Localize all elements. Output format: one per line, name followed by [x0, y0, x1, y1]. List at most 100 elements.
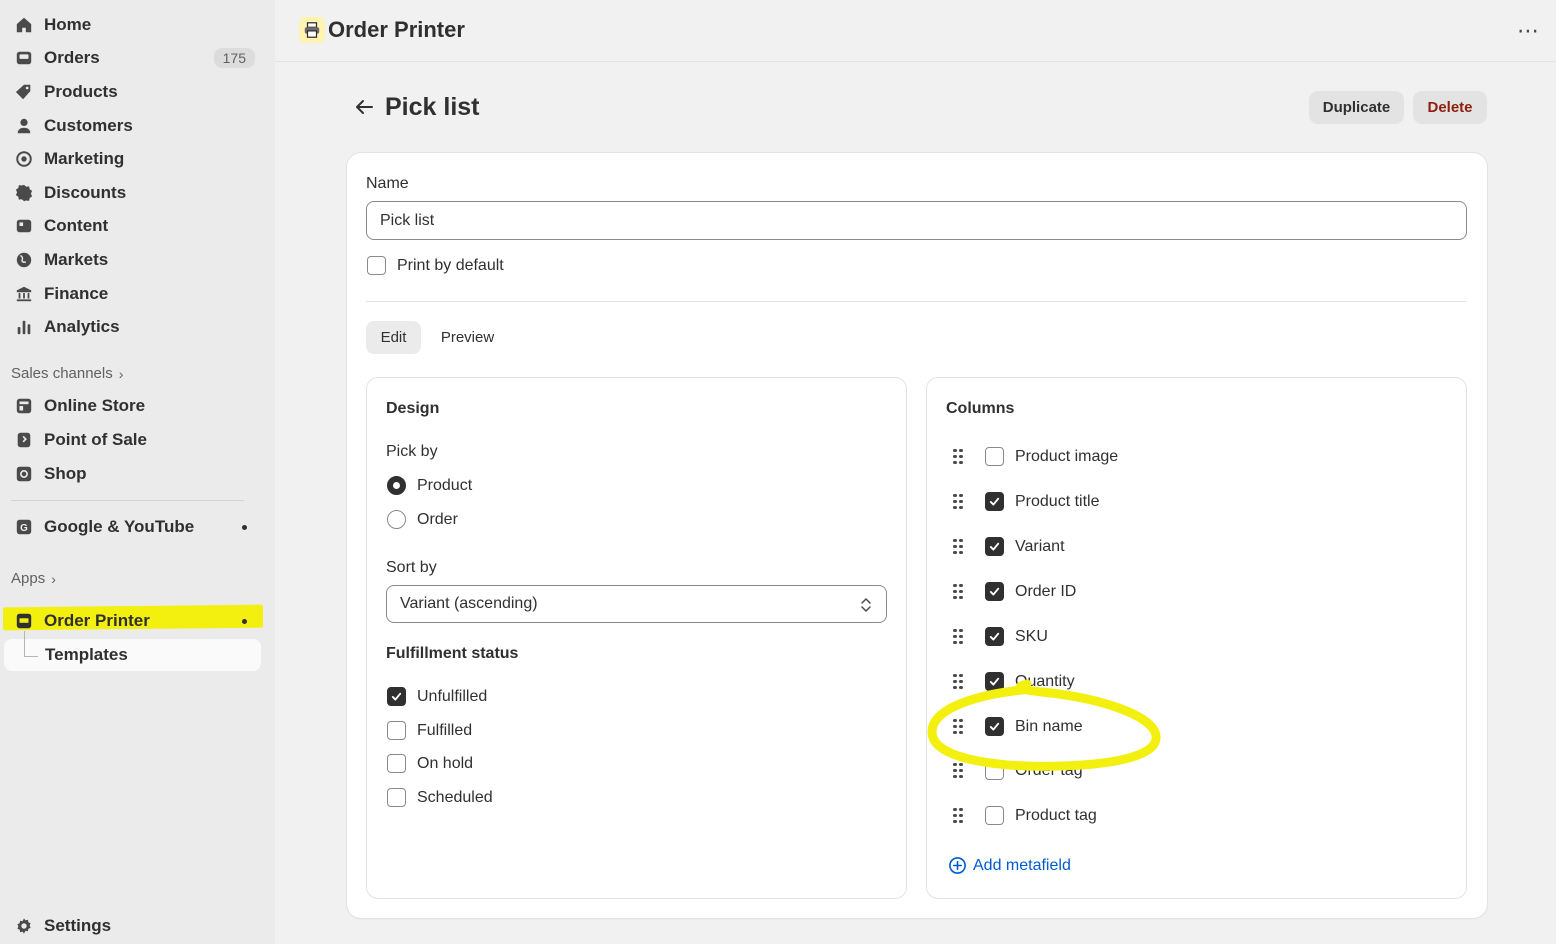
- nav-templates[interactable]: Templates: [4, 631, 261, 671]
- person-icon: [12, 114, 36, 138]
- nav-online-store[interactable]: Online Store: [4, 391, 261, 421]
- column-row[interactable]: Product title: [953, 492, 1099, 511]
- fulfillment-on-hold-checkbox[interactable]: On hold: [387, 754, 473, 773]
- shop-icon: [12, 462, 36, 486]
- checkbox-checked[interactable]: [985, 627, 1004, 646]
- nav-label: Order Printer: [44, 611, 150, 630]
- column-row[interactable]: Product tag: [953, 806, 1097, 825]
- drag-handle-icon[interactable]: [953, 673, 963, 690]
- pick-by-order-radio[interactable]: Order: [387, 510, 458, 529]
- drag-handle-icon[interactable]: [953, 583, 963, 600]
- nav-customers[interactable]: Customers: [4, 111, 261, 141]
- pick-by-label: Pick by: [386, 443, 438, 460]
- select-caret-icon: [861, 598, 871, 612]
- checkbox-label: On hold: [417, 754, 474, 772]
- drag-handle-icon[interactable]: [953, 762, 963, 779]
- checkbox-checked[interactable]: [387, 687, 406, 706]
- nav-home[interactable]: Home: [4, 10, 261, 40]
- column-row[interactable]: Order ID: [953, 582, 1076, 601]
- column-label: Product tag: [1015, 806, 1097, 824]
- nav-markets[interactable]: Markets: [4, 245, 261, 275]
- drag-handle-icon[interactable]: [953, 448, 963, 465]
- nav-marketing[interactable]: Marketing: [4, 144, 261, 174]
- column-row[interactable]: Bin name: [953, 717, 1083, 736]
- checkbox[interactable]: [387, 721, 406, 740]
- nav-google-youtube[interactable]: G Google & YouTube: [4, 512, 261, 542]
- fulfillment-fulfilled-checkbox[interactable]: Fulfilled: [387, 721, 472, 740]
- back-arrow-icon[interactable]: [352, 95, 376, 119]
- apps-header[interactable]: Apps ›: [11, 570, 56, 587]
- fulfillment-scheduled-checkbox[interactable]: Scheduled: [387, 788, 493, 807]
- drag-handle-icon[interactable]: [953, 493, 963, 510]
- checkbox-checked[interactable]: [985, 492, 1004, 511]
- drag-handle-icon[interactable]: [953, 538, 963, 555]
- status-dot: [242, 618, 247, 624]
- column-label: Product title: [1015, 492, 1100, 510]
- nav-label: Templates: [45, 645, 128, 664]
- content-icon: [12, 214, 36, 238]
- pos-icon: [12, 428, 36, 452]
- nav-analytics[interactable]: Analytics: [4, 312, 261, 342]
- nav-shop[interactable]: Shop: [4, 459, 261, 489]
- drag-handle-icon[interactable]: [953, 718, 963, 735]
- add-metafield-link[interactable]: Add metafield: [948, 856, 1071, 875]
- nav-content[interactable]: Content: [4, 211, 261, 241]
- column-row[interactable]: Product image: [953, 447, 1118, 466]
- column-label: Bin name: [1015, 717, 1083, 735]
- nav-label: Customers: [44, 116, 133, 135]
- column-row[interactable]: Variant: [953, 537, 1065, 556]
- nav-point-of-sale[interactable]: Point of Sale: [4, 425, 261, 455]
- chevron-right-icon: ›: [118, 365, 124, 382]
- checkbox-checked[interactable]: [985, 672, 1004, 691]
- nav-order-printer[interactable]: Order Printer: [4, 606, 261, 636]
- nav-products[interactable]: Products: [4, 77, 261, 107]
- checkbox-checked[interactable]: [985, 717, 1004, 736]
- delete-button[interactable]: Delete: [1413, 91, 1487, 124]
- checkbox-label: Scheduled: [417, 788, 493, 806]
- checkbox-label: Unfulfilled: [417, 687, 488, 705]
- sort-by-select[interactable]: Variant (ascending): [386, 585, 887, 623]
- column-row[interactable]: Order tag: [953, 761, 1083, 780]
- column-label: Variant: [1015, 537, 1065, 555]
- nav-discounts[interactable]: Discounts: [4, 178, 261, 208]
- radio-selected[interactable]: [387, 476, 406, 495]
- checkbox[interactable]: [387, 754, 406, 773]
- drag-handle-icon[interactable]: [953, 628, 963, 645]
- drag-handle-icon[interactable]: [953, 807, 963, 824]
- home-icon: [12, 13, 36, 37]
- checkbox[interactable]: [367, 256, 386, 275]
- column-row[interactable]: Quantity: [953, 672, 1075, 691]
- radio[interactable]: [387, 510, 406, 529]
- nav-label: Finance: [44, 284, 109, 303]
- bank-icon: [12, 282, 36, 306]
- pick-by-product-radio[interactable]: Product: [387, 476, 472, 495]
- select-value: Variant (ascending): [400, 595, 538, 612]
- checkbox[interactable]: [387, 788, 406, 807]
- radio-label: Product: [417, 476, 473, 494]
- duplicate-button[interactable]: Duplicate: [1309, 91, 1404, 124]
- tab-preview[interactable]: Preview: [430, 321, 505, 354]
- checkbox-checked[interactable]: [985, 582, 1004, 601]
- nav-orders[interactable]: Orders 175: [4, 43, 261, 73]
- apps-label: Apps: [11, 570, 46, 587]
- target-icon: [12, 147, 36, 171]
- column-label: Quantity: [1015, 672, 1075, 690]
- fulfillment-unfulfilled-checkbox[interactable]: Unfulfilled: [387, 687, 487, 706]
- more-actions-button[interactable]: ⋯: [1517, 18, 1540, 44]
- checkbox[interactable]: [985, 447, 1004, 466]
- sales-channels-header[interactable]: Sales channels ›: [11, 365, 123, 382]
- nav-finance[interactable]: Finance: [4, 279, 261, 309]
- print-by-default-checkbox[interactable]: Print by default: [367, 256, 504, 275]
- column-label: SKU: [1015, 627, 1048, 645]
- svg-text:G: G: [20, 523, 28, 534]
- tab-edit[interactable]: Edit: [366, 321, 421, 354]
- card-divider: [366, 301, 1467, 302]
- checkbox[interactable]: [985, 761, 1004, 780]
- radio-label: Order: [417, 510, 458, 528]
- nav-settings[interactable]: Settings: [4, 911, 261, 941]
- column-row[interactable]: SKU: [953, 627, 1048, 646]
- checkbox-checked[interactable]: [985, 537, 1004, 556]
- name-field[interactable]: [366, 201, 1467, 240]
- checkbox[interactable]: [985, 806, 1004, 825]
- gear-icon: [12, 914, 36, 938]
